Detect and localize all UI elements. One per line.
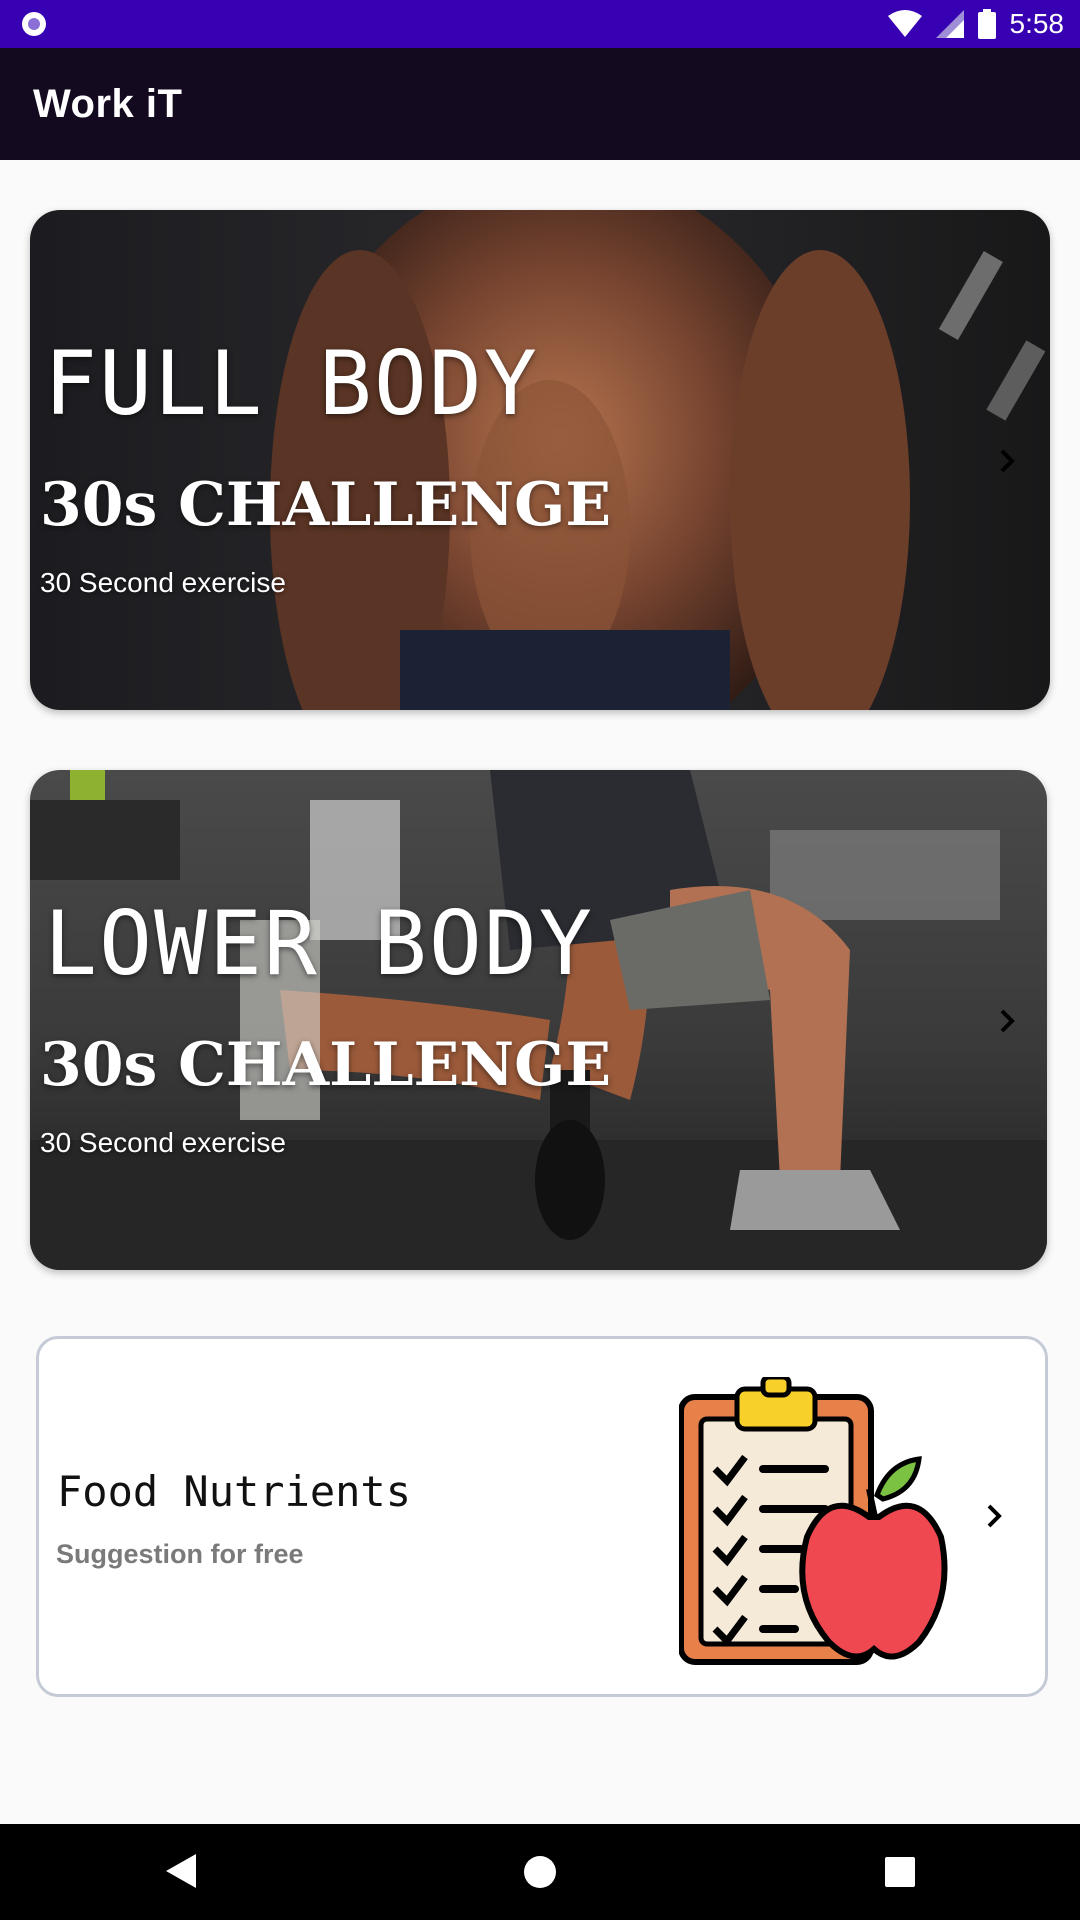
notification-dot-icon — [22, 12, 46, 36]
status-bar: 5:58 — [0, 0, 1080, 48]
app-title: Work iT — [33, 82, 183, 126]
workout-subtitle: 30s CHALLENGE — [40, 1030, 612, 1100]
chevron-right-icon[interactable] — [992, 446, 1022, 476]
food-nutrients-card[interactable]: Food Nutrients Suggestion for free — [36, 1336, 1048, 1697]
full-body-image — [30, 210, 1050, 710]
lower-body-card[interactable]: LOWER BODY 30s CHALLENGE 30 Second exerc… — [30, 770, 1047, 1270]
clipboard-apple-icon — [679, 1377, 948, 1665]
status-icons: 5:58 — [887, 0, 1065, 48]
signal-icon — [935, 10, 964, 38]
status-time: 5:58 — [1009, 8, 1065, 39]
workout-note: 30 Second exercise — [40, 567, 286, 598]
workout-note: 30 Second exercise — [40, 1127, 286, 1158]
chevron-right-icon[interactable] — [992, 1006, 1022, 1036]
full-body-card[interactable]: FULL BODY 30s CHALLENGE 30 Second exerci… — [30, 210, 1050, 710]
home-icon[interactable] — [523, 1855, 557, 1889]
chevron-right-icon[interactable] — [979, 1501, 1009, 1531]
wifi-icon — [887, 10, 922, 37]
battery-icon — [977, 9, 996, 39]
workout-subtitle: 30s CHALLENGE — [40, 470, 612, 540]
recents-icon[interactable] — [885, 1857, 915, 1887]
back-icon[interactable] — [166, 1854, 196, 1888]
workout-title: FULL BODY — [44, 332, 539, 435]
app-bar: Work iT — [0, 48, 1080, 160]
navigation-bar — [0, 1824, 1080, 1920]
workout-title: LOWER BODY — [44, 892, 594, 995]
food-title: Food Nutrients — [57, 1467, 412, 1516]
food-subtitle: Suggestion for free — [56, 1539, 304, 1569]
lower-body-image — [30, 770, 1047, 1270]
